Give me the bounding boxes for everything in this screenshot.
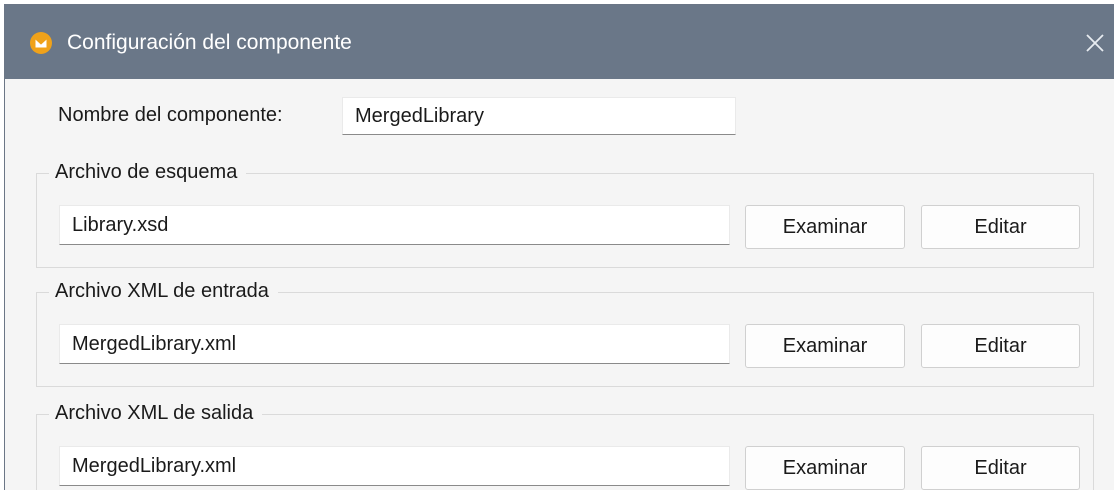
- schema-file-legend: Archivo de esquema: [49, 158, 247, 186]
- component-settings-dialog: Configuración del componente Nombre del …: [4, 4, 1114, 490]
- output-xml-edit-button[interactable]: Editar: [921, 446, 1080, 490]
- schema-browse-button[interactable]: Examinar: [745, 205, 905, 249]
- output-xml-browse-button[interactable]: Examinar: [745, 446, 905, 490]
- output-xml-file-input[interactable]: [59, 446, 730, 486]
- input-xml-file-group: Archivo XML de entrada Examinar Editar: [36, 277, 1094, 387]
- input-xml-file-input[interactable]: [59, 324, 730, 364]
- schema-file-input[interactable]: [59, 205, 730, 245]
- input-xml-file-legend: Archivo XML de entrada: [49, 277, 278, 305]
- component-name-input[interactable]: [342, 97, 736, 135]
- output-xml-file-group: Archivo XML de salida Examinar Editar: [36, 399, 1094, 490]
- schema-edit-button[interactable]: Editar: [921, 205, 1080, 249]
- title-bar[interactable]: Configuración del componente: [5, 5, 1114, 79]
- input-xml-browse-button[interactable]: Examinar: [745, 324, 905, 368]
- app-icon: [30, 32, 52, 54]
- close-button[interactable]: [1079, 27, 1111, 59]
- close-icon: [1086, 34, 1104, 52]
- window-title: Configuración del componente: [67, 31, 352, 54]
- output-xml-file-legend: Archivo XML de salida: [49, 399, 263, 427]
- component-name-label: Nombre del componente:: [58, 104, 283, 126]
- input-xml-edit-button[interactable]: Editar: [921, 324, 1080, 368]
- dialog-content: Nombre del componente: Archivo de esquem…: [5, 79, 1114, 490]
- schema-file-group: Archivo de esquema Examinar Editar: [36, 158, 1094, 268]
